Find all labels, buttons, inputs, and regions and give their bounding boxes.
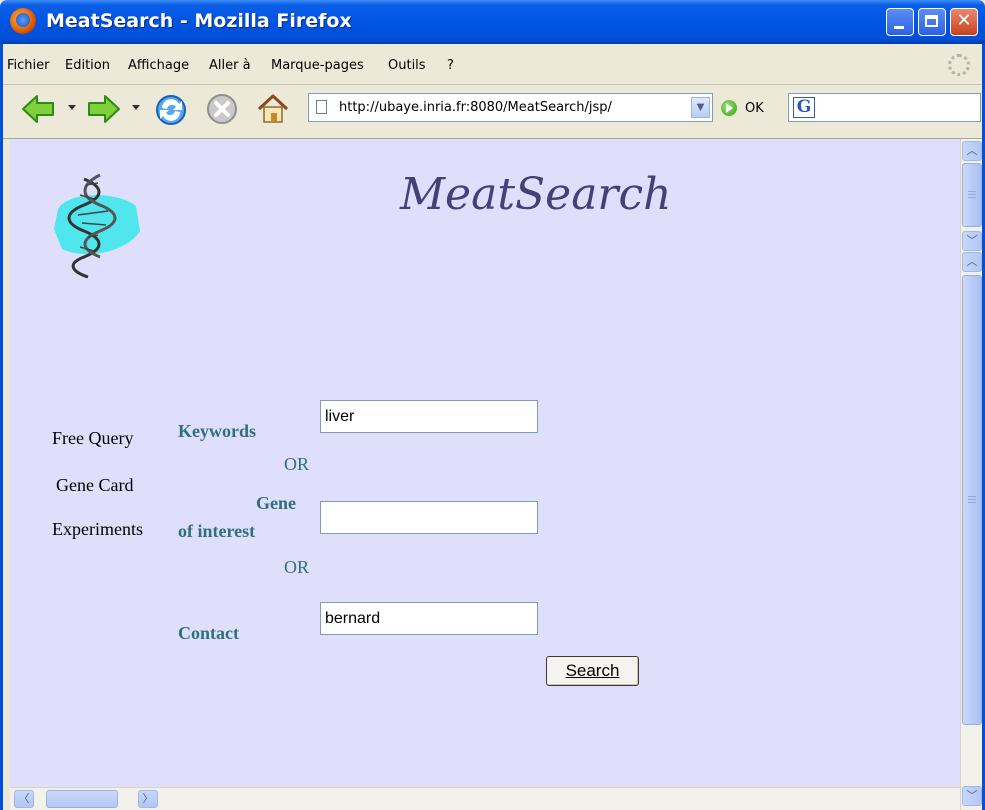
forward-arrow-icon[interactable] xyxy=(85,92,121,126)
browser-window: MeatSearch - Mozilla Firefox ✕ Fichier E… xyxy=(0,0,985,810)
menu-help[interactable]: ? xyxy=(447,58,454,73)
page-icon xyxy=(316,100,327,114)
menu-aller-a[interactable]: Aller à xyxy=(209,58,251,73)
title-bar: MeatSearch - Mozilla Firefox ✕ xyxy=(0,0,985,44)
reload-icon[interactable] xyxy=(153,92,189,128)
gene-label-line2: of interest xyxy=(178,521,256,541)
contact-label: Contact xyxy=(178,623,239,643)
page-title: MeatSearch xyxy=(400,169,672,220)
nav-experiments[interactable]: Experiments xyxy=(52,519,162,540)
keywords-input[interactable] xyxy=(320,400,538,433)
menu-marque-pages[interactable]: Marque-pages xyxy=(271,58,364,73)
menu-fichier[interactable]: Fichier xyxy=(7,58,50,73)
keywords-label: Keywords xyxy=(178,421,256,441)
gene-of-interest-input[interactable] xyxy=(320,501,538,534)
menu-outils[interactable]: Outils xyxy=(388,58,426,73)
nav-free-query[interactable]: Free Query xyxy=(52,428,133,449)
minimize-button[interactable] xyxy=(886,8,914,36)
go-label[interactable]: OK xyxy=(745,101,764,116)
vertical-scrollbar[interactable]: ︿ ﹀ ︿ ﹀ xyxy=(960,139,982,810)
stop-icon[interactable] xyxy=(205,92,239,126)
scroll-down-icon-upper[interactable]: ﹀ xyxy=(962,231,982,251)
page-content: MeatSearch Free Query Gene Card Experime… xyxy=(10,139,960,787)
dna-logo-icon xyxy=(54,173,140,279)
web-search-box[interactable]: G xyxy=(788,93,981,122)
scroll-thumb-top[interactable] xyxy=(962,163,982,227)
navigation-toolbar: http://ubaye.inria.fr:8080/MeatSearch/js… xyxy=(3,85,982,139)
scroll-up-icon[interactable]: ︿ xyxy=(962,141,982,161)
horizontal-scroll-thumb[interactable] xyxy=(46,790,118,808)
scroll-up-icon-lower[interactable]: ︿ xyxy=(962,252,982,272)
menu-bar: Fichier Edition Affichage Aller à Marque… xyxy=(3,44,982,85)
close-button[interactable]: ✕ xyxy=(950,8,978,36)
close-icon: ✕ xyxy=(956,10,972,31)
back-arrow-icon[interactable] xyxy=(21,92,57,126)
url-history-dropdown-icon[interactable]: ▼ xyxy=(691,97,710,118)
back-dropdown-icon[interactable] xyxy=(67,103,77,111)
search-engine-icon[interactable]: G xyxy=(793,97,815,118)
forward-dropdown-icon[interactable] xyxy=(131,103,141,111)
scroll-thumb-main[interactable] xyxy=(962,275,982,725)
or-separator-1: OR xyxy=(284,454,310,474)
scroll-right-icon[interactable]: 〉 xyxy=(138,790,158,808)
url-bar[interactable]: http://ubaye.inria.fr:8080/MeatSearch/js… xyxy=(308,93,713,122)
search-button-label: Search xyxy=(565,661,620,680)
content-left-gutter xyxy=(3,139,10,810)
home-icon[interactable] xyxy=(255,92,291,126)
search-button[interactable]: Search xyxy=(546,656,639,686)
scroll-left-icon[interactable]: 〈 xyxy=(14,790,34,808)
gene-label-line1: Gene xyxy=(256,493,296,513)
menu-edition[interactable]: Edition xyxy=(65,58,110,73)
throbber-icon xyxy=(948,54,970,76)
scroll-down-icon[interactable]: ﹀ xyxy=(962,786,982,806)
horizontal-scrollbar[interactable]: 〈 〉 xyxy=(10,787,960,810)
contact-input[interactable] xyxy=(320,602,538,635)
url-text[interactable]: http://ubaye.inria.fr:8080/MeatSearch/js… xyxy=(339,100,612,115)
menu-affichage[interactable]: Affichage xyxy=(128,58,189,73)
nav-gene-card[interactable]: Gene Card xyxy=(56,475,133,496)
firefox-icon xyxy=(10,8,36,34)
or-separator-2: OR xyxy=(284,557,310,577)
maximize-button[interactable] xyxy=(918,8,946,36)
window-title: MeatSearch - Mozilla Firefox xyxy=(46,10,352,32)
go-icon[interactable] xyxy=(721,100,737,116)
